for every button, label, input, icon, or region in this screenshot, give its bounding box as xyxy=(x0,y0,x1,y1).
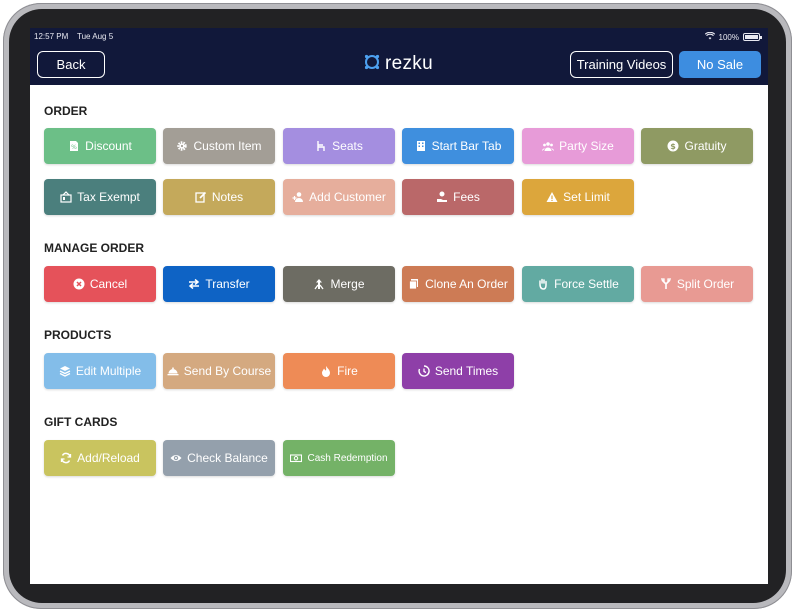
send-times-label: Send Times xyxy=(434,364,499,378)
discount-label: Discount xyxy=(85,139,132,153)
gear-icon xyxy=(176,140,188,152)
split-order-label: Split Order xyxy=(676,277,735,291)
wifi-icon xyxy=(704,31,715,42)
close-circle-icon xyxy=(73,278,85,290)
cash-redemption-label: Cash Redemption xyxy=(307,452,388,464)
section-title-gift-cards: GIFT CARDS xyxy=(44,415,118,429)
status-right: 100% xyxy=(704,31,762,42)
add-reload-label: Add/Reload xyxy=(77,451,140,465)
reload-icon xyxy=(60,452,72,464)
merge-icon xyxy=(313,278,325,290)
status-time: 12:57 PM xyxy=(34,32,69,41)
gratuity-label: Gratuity xyxy=(684,139,727,153)
cash-redemption-button[interactable]: Cash Redemption xyxy=(283,440,395,476)
check-balance-button[interactable]: Check Balance xyxy=(163,440,275,476)
battery-icon xyxy=(743,33,762,41)
hand-icon xyxy=(537,278,549,290)
clone-order-button[interactable]: Clone An Order xyxy=(402,266,514,302)
gratuity-button[interactable]: $ Gratuity xyxy=(641,128,753,164)
seats-button[interactable]: Seats xyxy=(283,128,395,164)
back-button[interactable]: Back xyxy=(37,51,105,78)
svg-text:$: $ xyxy=(671,142,677,151)
training-videos-button[interactable]: Training Videos xyxy=(570,51,673,78)
fees-label: Fees xyxy=(453,190,480,204)
edit-multiple-button[interactable]: Edit Multiple xyxy=(44,353,156,389)
add-reload-button[interactable]: Add/Reload xyxy=(44,440,156,476)
section-title-order: ORDER xyxy=(44,104,88,118)
transfer-label: Transfer xyxy=(205,277,250,291)
force-settle-button[interactable]: Force Settle xyxy=(522,266,634,302)
tax-exempt-button[interactable]: Tax Exempt xyxy=(44,179,156,215)
set-limit-label: Set Limit xyxy=(563,190,610,204)
fire-label: Fire xyxy=(337,364,358,378)
building-icon xyxy=(415,140,427,152)
layers-icon xyxy=(59,365,71,377)
brand-name: rezku xyxy=(385,53,433,74)
dollar-circle-icon: $ xyxy=(667,140,679,152)
warning-icon xyxy=(546,191,558,203)
party-size-button[interactable]: Party Size xyxy=(522,128,634,164)
cancel-button[interactable]: Cancel xyxy=(44,266,156,302)
set-limit-button[interactable]: Set Limit xyxy=(522,179,634,215)
split-order-button[interactable]: Split Order xyxy=(641,266,753,302)
discount-tag-icon: % xyxy=(68,140,80,152)
top-navigation-bar: 12:57 PM Tue Aug 5 100% Back rezku Train… xyxy=(30,28,768,85)
add-customer-button[interactable]: Add Customer xyxy=(283,179,395,215)
app-screen: 12:57 PM Tue Aug 5 100% Back rezku Train… xyxy=(30,28,768,584)
rezku-logo-icon xyxy=(363,53,381,76)
fees-button[interactable]: Fees xyxy=(402,179,514,215)
check-balance-label: Check Balance xyxy=(187,451,268,465)
fire-button[interactable]: Fire xyxy=(283,353,395,389)
discount-button[interactable]: % Discount xyxy=(44,128,156,164)
cancel-label: Cancel xyxy=(89,277,128,291)
no-sale-button[interactable]: No Sale xyxy=(679,51,761,78)
add-customer-label: Add Customer xyxy=(309,190,386,204)
seats-label: Seats xyxy=(332,139,363,153)
edit-multiple-label: Edit Multiple xyxy=(75,364,142,378)
eye-icon xyxy=(170,452,182,464)
section-title-manage-order: MANAGE ORDER xyxy=(44,241,145,255)
section-title-products: PRODUCTS xyxy=(44,328,112,342)
brand-logo: rezku xyxy=(363,53,433,75)
send-times-button[interactable]: Send Times xyxy=(402,353,514,389)
tax-exempt-label: Tax Exempt xyxy=(77,190,140,204)
group-icon xyxy=(542,140,555,152)
merge-label: Merge xyxy=(330,277,365,291)
timer-icon xyxy=(418,365,430,377)
custom-item-button[interactable]: Custom Item xyxy=(163,128,275,164)
fire-icon xyxy=(320,365,332,377)
chair-icon xyxy=(315,140,327,152)
cash-icon xyxy=(290,452,303,464)
status-date: Tue Aug 5 xyxy=(77,32,114,41)
tax-exempt-icon xyxy=(60,191,72,203)
status-bar: 12:57 PM Tue Aug 5 100% xyxy=(30,28,768,46)
battery-percent: 100% xyxy=(718,32,739,42)
send-by-course-label: Send By Course xyxy=(183,364,272,378)
force-settle-label: Force Settle xyxy=(554,277,619,291)
notes-button[interactable]: Notes xyxy=(163,179,275,215)
add-user-icon xyxy=(292,191,304,203)
clone-order-label: Clone An Order xyxy=(425,277,508,291)
start-bar-tab-label: Start Bar Tab xyxy=(431,139,502,153)
merge-button[interactable]: Merge xyxy=(283,266,395,302)
transfer-button[interactable]: Transfer xyxy=(163,266,275,302)
edit-note-icon xyxy=(195,191,207,203)
start-bar-tab-button[interactable]: Start Bar Tab xyxy=(402,128,514,164)
cloche-icon xyxy=(167,365,179,377)
transfer-arrows-icon xyxy=(188,278,200,290)
send-by-course-button[interactable]: Send By Course xyxy=(163,353,275,389)
party-size-label: Party Size xyxy=(559,139,614,153)
svg-text:%: % xyxy=(71,144,77,151)
split-icon xyxy=(660,278,672,290)
custom-item-label: Custom Item xyxy=(193,139,262,153)
notes-label: Notes xyxy=(211,190,244,204)
copy-icon xyxy=(408,278,420,290)
hand-money-icon xyxy=(436,191,448,203)
